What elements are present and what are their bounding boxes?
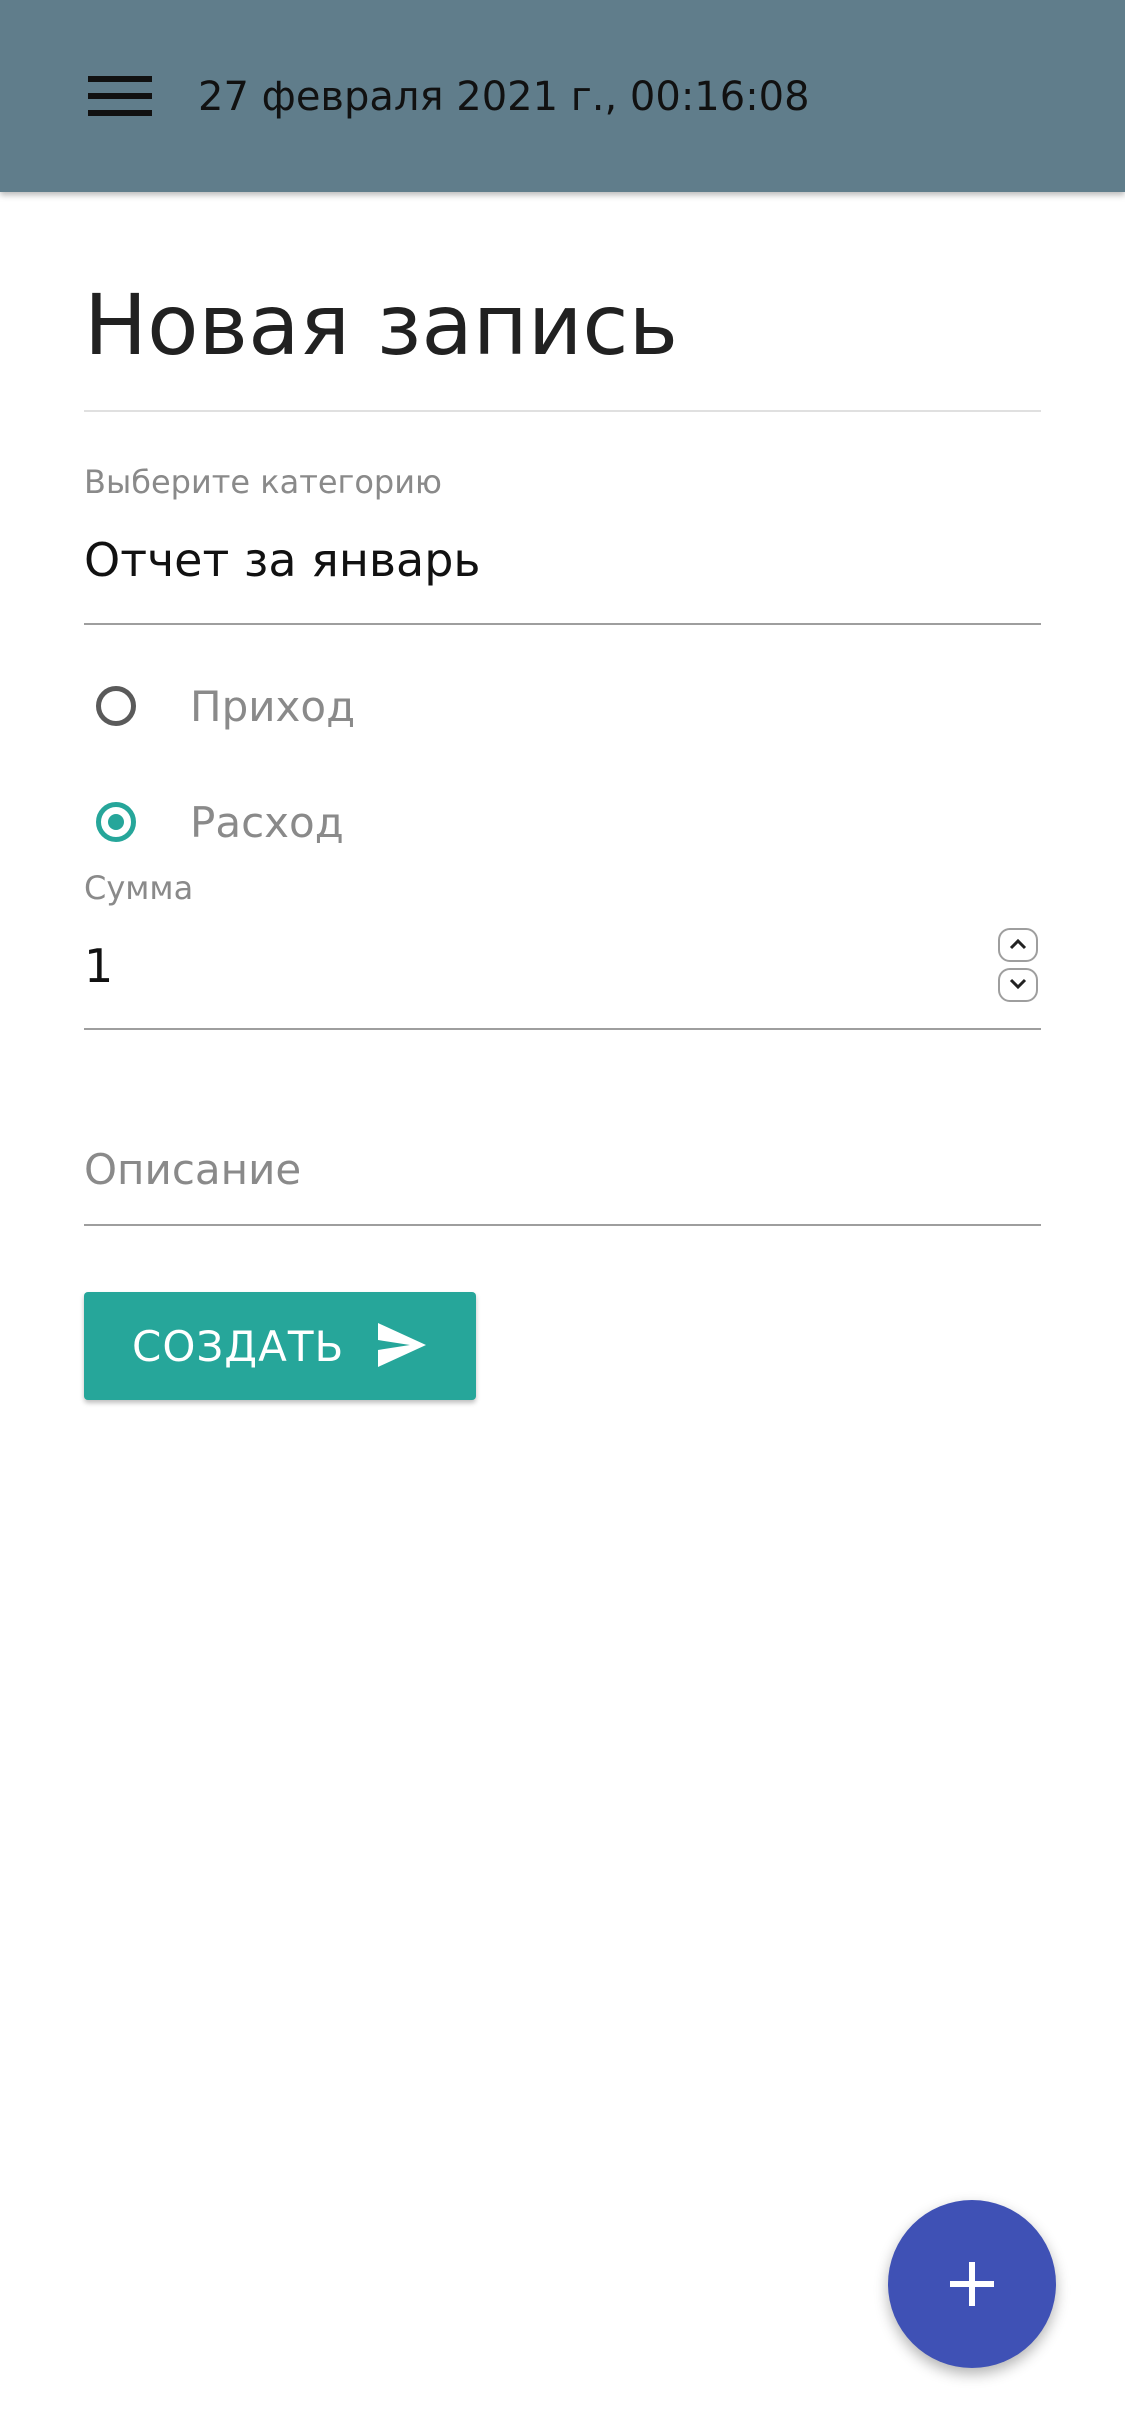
description-underline [84, 1224, 1041, 1226]
send-icon [378, 1323, 426, 1367]
chevron-down-icon [1009, 978, 1027, 990]
amount-label: Сумма [84, 869, 194, 907]
category-underline [84, 623, 1041, 625]
menu-button[interactable] [72, 60, 168, 132]
appbar-datetime: 27 февраля 2021 г., 00:16:08 [198, 74, 810, 120]
category-select[interactable]: Отчет за январь [84, 530, 481, 590]
title-divider [84, 410, 1041, 412]
amount-underline [84, 1028, 1041, 1030]
app-bar: 27 февраля 2021 г., 00:16:08 [0, 0, 1125, 192]
radio-expense[interactable]: Расход [84, 788, 684, 868]
category-label: Выберите категорию [84, 463, 442, 501]
decrement-button[interactable] [998, 968, 1038, 1002]
amount-stepper [998, 928, 1042, 1004]
page-title: Новая запись [84, 276, 679, 374]
plus-icon [950, 2262, 994, 2306]
radio-income-label: Приход [190, 682, 356, 731]
radio-checked-icon [96, 802, 136, 842]
create-button[interactable]: СОЗДАТЬ [84, 1292, 476, 1400]
radio-expense-label: Расход [190, 798, 344, 847]
description-input[interactable]: Описание [84, 1140, 301, 1200]
radio-income[interactable]: Приход [84, 672, 684, 752]
hamburger-menu-icon [88, 76, 152, 116]
radio-dot [108, 814, 124, 830]
increment-button[interactable] [998, 928, 1038, 962]
amount-input[interactable]: 1 [84, 936, 113, 996]
create-button-label: СОЗДАТЬ [132, 1322, 345, 1371]
radio-unchecked-icon [96, 686, 136, 726]
chevron-up-icon [1009, 938, 1027, 950]
add-fab-button[interactable] [888, 2200, 1056, 2368]
